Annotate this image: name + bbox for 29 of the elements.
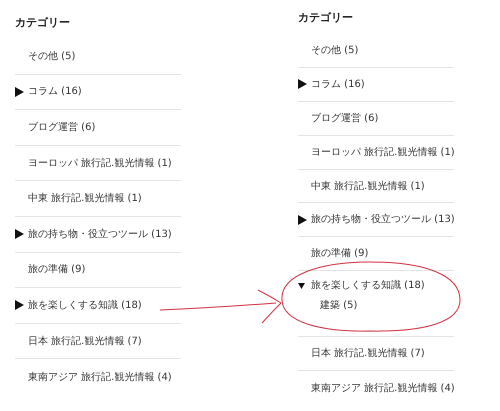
section-title: カテゴリー — [15, 15, 71, 31]
category-link[interactable]: ヨーロッパ 旅行記.観光情報 (1) — [28, 156, 172, 171]
category-link[interactable]: その他 (5) — [28, 48, 76, 64]
category-link[interactable]: その他 (5) — [311, 42, 358, 58]
section-title: カテゴリー — [298, 10, 354, 26]
category-link[interactable]: ブログ運営 (6) — [28, 120, 96, 135]
caret-right-icon[interactable] — [298, 79, 307, 90]
category-link[interactable]: 旅の準備 (9) — [311, 246, 368, 262]
category-link[interactable]: 中東 旅行記.観光情報 (1) — [28, 191, 142, 206]
category-link[interactable]: コラム (16) — [28, 84, 82, 100]
subcategory-link[interactable]: 建築 (5) — [320, 300, 358, 312]
category-link[interactable]: 東南アジア 旅行記.観光情報 (4) — [311, 380, 455, 396]
category-link[interactable]: 日本 旅行記.観光情報 (7) — [28, 334, 142, 349]
category-link[interactable]: ブログ運営 (6) — [311, 110, 378, 126]
category-link[interactable]: ヨーロッパ 旅行記.観光情報 (1) — [311, 144, 455, 160]
category-link[interactable]: 中東 旅行記.観光情報 (1) — [311, 178, 425, 194]
caret-right-icon[interactable] — [15, 229, 24, 240]
category-link[interactable]: 旅の持ち物・役立つツール (13) — [311, 212, 455, 228]
caret-down-icon[interactable] — [298, 282, 305, 289]
category-link[interactable]: 旅を楽しくする知識 (18) — [28, 298, 142, 313]
category-link[interactable]: 旅を楽しくする知識 (18) — [311, 278, 425, 294]
category-link[interactable]: 旅の準備 (9) — [28, 262, 86, 278]
caret-right-icon[interactable] — [298, 214, 307, 225]
category-link[interactable]: コラム (16) — [311, 76, 365, 92]
category-link[interactable]: 日本 旅行記.観光情報 (7) — [311, 346, 425, 362]
category-link[interactable]: 東南アジア 旅行記.観光情報 (4) — [28, 370, 172, 385]
category-link[interactable]: 旅の持ち物・役立つツール (13) — [28, 226, 172, 242]
caret-right-icon[interactable] — [15, 86, 24, 97]
caret-right-icon[interactable] — [15, 300, 24, 310]
